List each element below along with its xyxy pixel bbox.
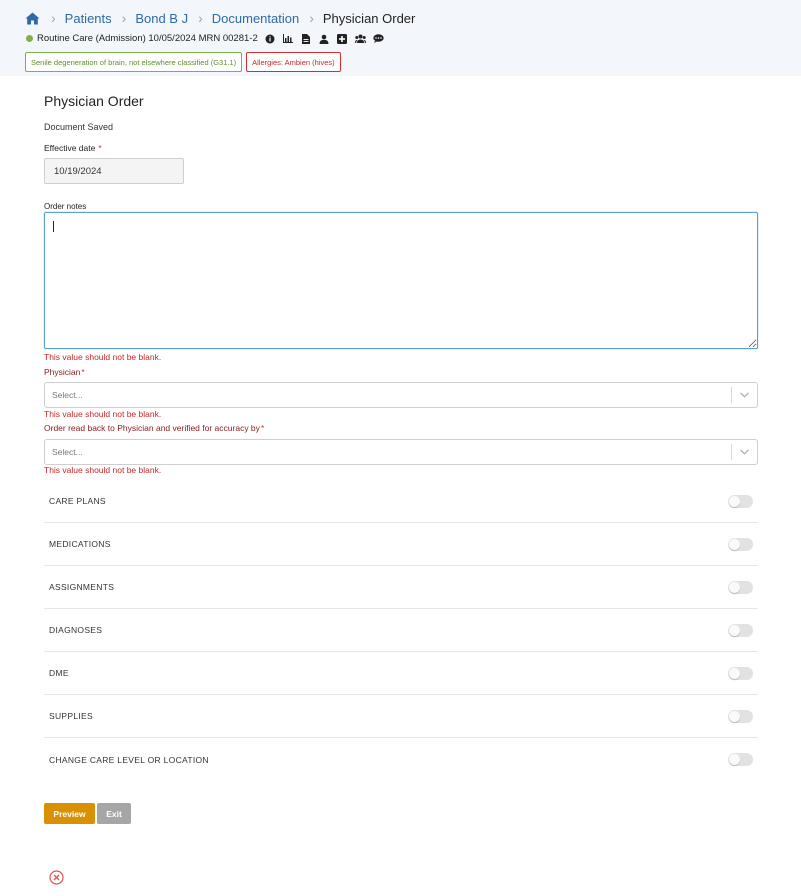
info-icon[interactable] bbox=[265, 33, 276, 44]
verified-by-label-text: Order read back to Physician and verifie… bbox=[44, 423, 260, 433]
section-label: SUPPLIES bbox=[49, 711, 93, 721]
physician-label: Physician* bbox=[44, 367, 85, 377]
patient-info-line: Routine Care (Admission) 10/05/2024 MRN … bbox=[26, 32, 384, 45]
physician-select[interactable]: Select... bbox=[44, 382, 758, 408]
toggle-knob bbox=[729, 581, 740, 593]
breadcrumb: › Patients › Bond B J › Documentation › … bbox=[25, 8, 415, 28]
section-label: CARE PLANS bbox=[49, 496, 106, 506]
required-marker: * bbox=[98, 143, 102, 153]
document-icon[interactable] bbox=[301, 33, 312, 44]
patient-badges: Senile degeneration of brain, not elsewh… bbox=[25, 52, 345, 72]
section-supplies: SUPPLIES bbox=[44, 695, 758, 738]
dme-toggle[interactable] bbox=[728, 666, 753, 680]
group-icon[interactable] bbox=[354, 33, 366, 44]
chevron-right-icon: › bbox=[121, 10, 127, 26]
document-status: Document Saved bbox=[44, 122, 114, 132]
preview-button[interactable]: Preview bbox=[44, 803, 95, 824]
medications-toggle[interactable] bbox=[728, 537, 753, 551]
status-dot bbox=[26, 35, 33, 42]
home-icon[interactable] bbox=[25, 11, 41, 25]
patient-info: Routine Care (Admission) 10/05/2024 MRN … bbox=[37, 33, 258, 44]
breadcrumb-patients[interactable]: Patients bbox=[65, 11, 112, 26]
verified-by-select[interactable]: Select... bbox=[44, 439, 758, 465]
required-marker: * bbox=[81, 367, 85, 377]
breadcrumb-patient-name[interactable]: Bond B J bbox=[135, 11, 188, 26]
section-care-plans: CARE PLANS bbox=[44, 480, 758, 523]
close-circle-icon[interactable] bbox=[48, 869, 64, 885]
section-label: ASSIGNMENTS bbox=[49, 582, 115, 592]
physician-select-placeholder: Select... bbox=[52, 390, 83, 400]
physician-label-text: Physician bbox=[44, 367, 81, 377]
verified-by-select-placeholder: Select... bbox=[52, 447, 83, 457]
toggle-knob bbox=[729, 538, 740, 550]
assignments-toggle[interactable] bbox=[728, 580, 753, 594]
chevron-right-icon: › bbox=[198, 10, 203, 26]
effective-date-input[interactable] bbox=[44, 158, 184, 184]
order-notes-label: Order notes bbox=[44, 202, 87, 211]
plus-square-icon[interactable] bbox=[337, 33, 348, 44]
effective-date-label: Effective date * bbox=[44, 143, 102, 153]
verified-by-label: Order read back to Physician and verifie… bbox=[44, 423, 264, 433]
verified-by-error: This value should not be blank. bbox=[44, 465, 162, 475]
required-marker: * bbox=[260, 423, 265, 433]
section-label: CHANGE CARE LEVEL OR LOCATION bbox=[49, 754, 209, 765]
supplies-toggle[interactable] bbox=[728, 709, 753, 723]
toggle-knob bbox=[729, 710, 740, 722]
order-notes-error: This value should not be blank. bbox=[44, 352, 162, 362]
effective-date-label-text: Effective date bbox=[44, 143, 96, 153]
section-dme: DME bbox=[44, 652, 758, 695]
chevron-right-icon: › bbox=[309, 10, 314, 26]
chart-icon[interactable] bbox=[283, 33, 294, 44]
patient-header: › Patients › Bond B J › Documentation › … bbox=[0, 0, 801, 76]
exit-button[interactable]: Exit bbox=[97, 803, 131, 824]
diagnosis-badge: Senile degeneration of brain, not elsewh… bbox=[25, 52, 243, 72]
section-label: DIAGNOSES bbox=[49, 625, 103, 635]
breadcrumb-current: Physician Order bbox=[322, 10, 416, 26]
section-label: DME bbox=[49, 668, 69, 678]
diagnoses-toggle[interactable] bbox=[728, 623, 753, 637]
chat-icon[interactable] bbox=[373, 33, 384, 44]
chevron-down-icon[interactable] bbox=[732, 449, 757, 455]
section-assignments: ASSIGNMENTS bbox=[44, 566, 758, 609]
allergy-badge: Allergies: Ambien (hives) bbox=[246, 52, 341, 72]
toggle-knob bbox=[729, 754, 740, 765]
toggle-knob bbox=[729, 667, 740, 679]
section-diagnoses: DIAGNOSES bbox=[44, 609, 758, 652]
change-care-level-toggle[interactable] bbox=[728, 753, 753, 766]
section-change-care-level: CHANGE CARE LEVEL OR LOCATION bbox=[44, 738, 758, 781]
chevron-right-icon: › bbox=[51, 10, 56, 26]
toggle-knob bbox=[729, 495, 740, 507]
breadcrumb-documentation[interactable]: Documentation bbox=[212, 11, 299, 26]
section-label: MEDICATIONS bbox=[49, 539, 111, 549]
chevron-down-icon[interactable] bbox=[732, 392, 757, 398]
page-title: Physician Order bbox=[44, 93, 144, 109]
care-plans-toggle[interactable] bbox=[728, 494, 753, 508]
section-medications: MEDICATIONS bbox=[44, 523, 758, 566]
user-icon[interactable] bbox=[319, 33, 330, 44]
text-cursor bbox=[53, 221, 54, 232]
order-notes-textarea[interactable] bbox=[44, 212, 758, 349]
toggle-knob bbox=[729, 624, 740, 636]
physician-error: This value should not be blank. bbox=[44, 409, 162, 419]
